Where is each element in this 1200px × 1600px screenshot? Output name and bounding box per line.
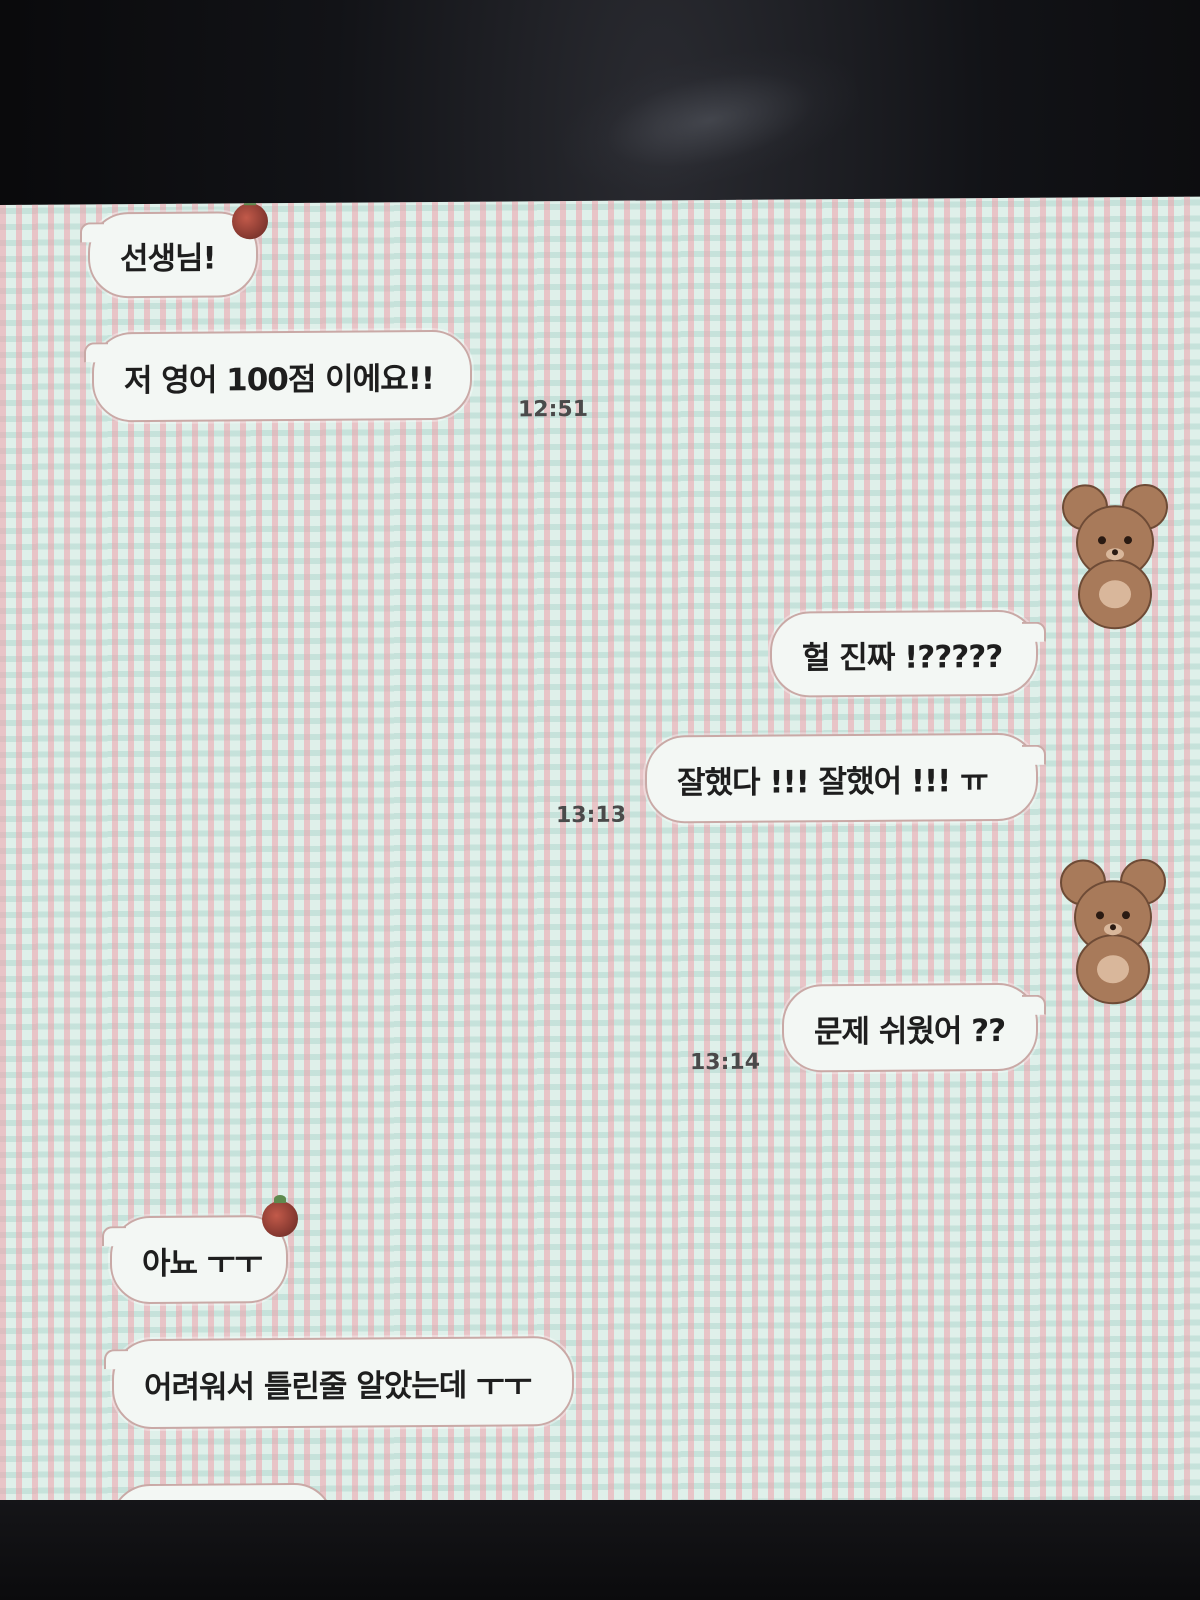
message-timestamp: 12:51 <box>518 396 589 423</box>
message-text: 문제 쉬웠어 ?? <box>814 1012 1006 1050</box>
message-text: 잘했다 !!! 잘했어 !!! ㅠ <box>677 762 988 801</box>
bezel-glare <box>550 30 870 210</box>
bear-sticker-icon <box>1060 859 1166 1005</box>
berry-sticker-icon <box>262 1200 298 1238</box>
message-text: 선생님! <box>120 239 216 277</box>
incoming-message-bubble[interactable]: 어려워서 틀린줄 알았는데 ㅜㅜ <box>112 1335 574 1430</box>
chat-screen[interactable]: 선생님! 저 영어 100점 이에요!! 12:51 헐 진짜 !????? 잘… <box>0 196 1200 1510</box>
outgoing-message-bubble[interactable]: 문제 쉬웠어 ?? <box>782 982 1038 1073</box>
outgoing-message-bubble[interactable]: 헐 진짜 !????? <box>770 609 1038 698</box>
message-text: 아뇨 ㅜㅜ <box>142 1244 262 1282</box>
photo-frame: 선생님! 저 영어 100점 이에요!! 12:51 헐 진짜 !????? 잘… <box>0 0 1200 1600</box>
outgoing-message-bubble[interactable]: 잘했다 !!! 잘했어 !!! ㅠ <box>645 732 1038 824</box>
bottom-bezel <box>0 1500 1200 1600</box>
berry-sticker-icon <box>232 203 268 240</box>
incoming-message-bubble[interactable]: 저 영어 100점 이에요!! <box>92 329 472 423</box>
bear-sticker-icon <box>1062 484 1168 630</box>
message-text: 저 영어 100점 이에요!! <box>124 360 435 399</box>
message-text: 어려워서 틀린줄 알았는데 ㅜㅜ <box>144 1366 532 1406</box>
message-timestamp: 13:13 <box>556 802 627 829</box>
message-text: 헐 진짜 !????? <box>802 638 1003 676</box>
incoming-message-bubble[interactable]: 아뇨 ㅜㅜ <box>110 1214 288 1305</box>
message-timestamp: 13:14 <box>690 1049 761 1076</box>
